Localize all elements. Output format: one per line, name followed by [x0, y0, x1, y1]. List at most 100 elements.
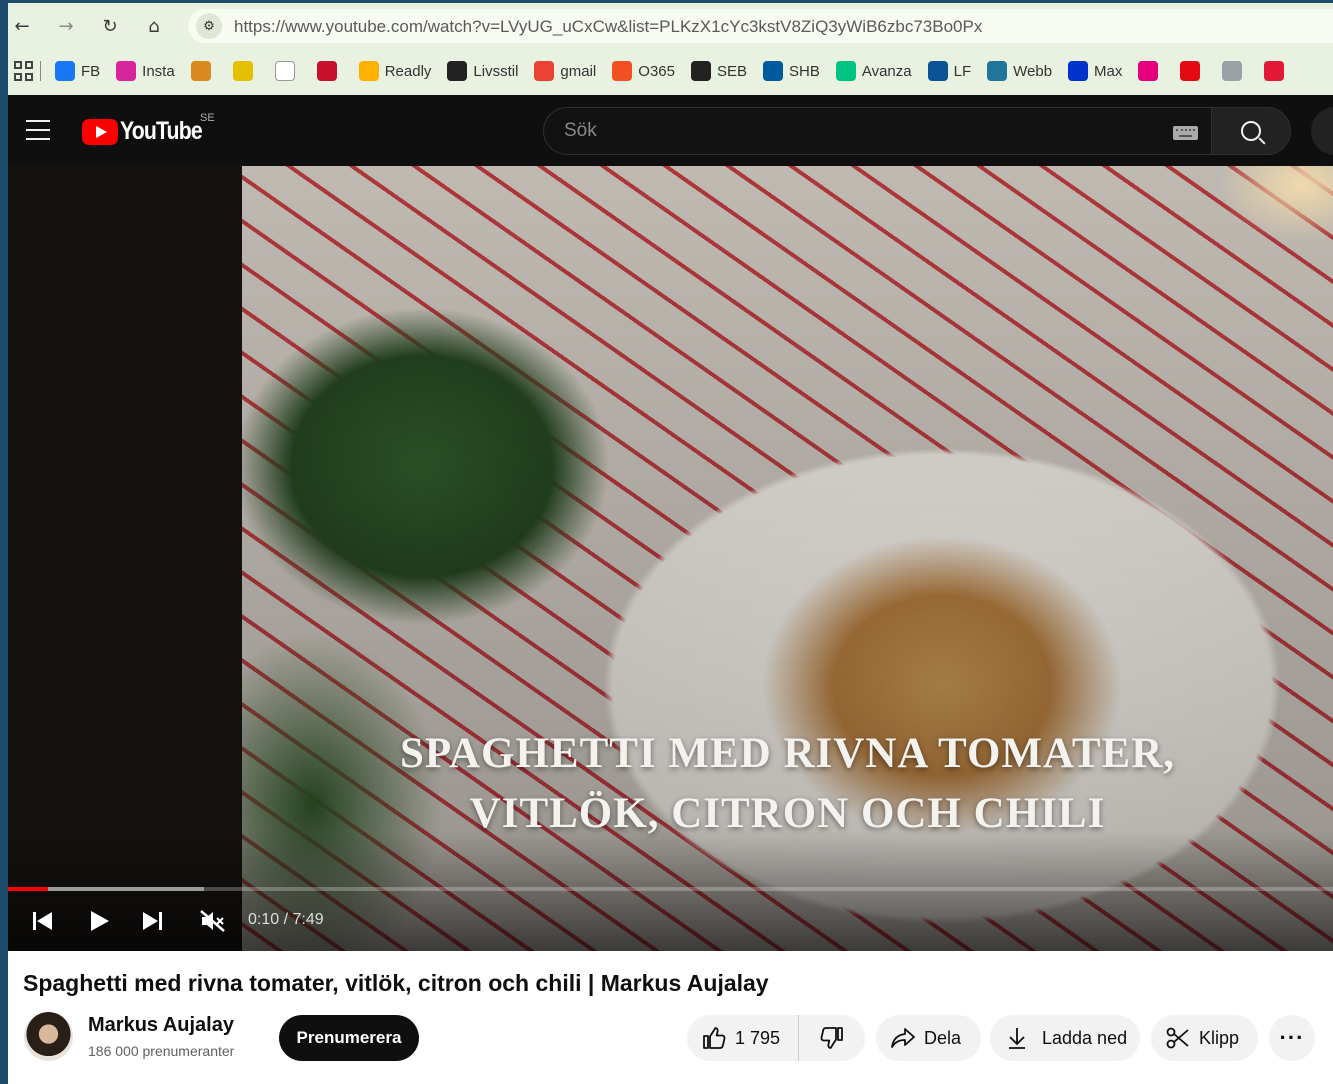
- office365-icon: [612, 61, 633, 81]
- facebook-icon: [55, 61, 75, 81]
- bookmark-item[interactable]: Insta: [116, 61, 175, 81]
- svd-icon: [274, 61, 295, 81]
- thumbs-up-icon: [701, 1025, 727, 1051]
- netflix-icon: [1180, 61, 1201, 81]
- bookmark-item[interactable]: SHB: [763, 61, 820, 81]
- seb-icon: [690, 61, 711, 81]
- clip-label: Klipp: [1199, 1027, 1240, 1048]
- bookmark-item[interactable]: SEB: [690, 61, 747, 81]
- bookmark-item[interactable]: O365: [612, 61, 675, 81]
- bookmark-item[interactable]: Webb: [987, 61, 1052, 81]
- arrow-logo-icon: [1138, 61, 1159, 81]
- bookmark-item[interactable]: [190, 61, 217, 81]
- reload-icon[interactable]: ↻: [96, 12, 124, 40]
- subscriber-count: 186 000 prenumeranter: [88, 1043, 235, 1059]
- subscribe-button[interactable]: Prenumerera: [279, 1015, 419, 1061]
- youtube-play-logo-icon: [82, 118, 118, 145]
- search-box: [543, 107, 1212, 155]
- bookmark-item[interactable]: [1180, 61, 1206, 81]
- bookmark-item[interactable]: LF: [927, 61, 972, 81]
- snl-icon: [1222, 61, 1243, 81]
- next-icon[interactable]: [138, 906, 166, 936]
- bookmark-item[interactable]: Avanza: [835, 61, 912, 81]
- progress-played: [8, 887, 48, 891]
- bookmark-label: gmail: [560, 62, 597, 80]
- youtube-header: YouTube SE: [8, 95, 1333, 166]
- bookmark-item[interactable]: [1222, 61, 1248, 81]
- wordpress-icon: [987, 61, 1008, 81]
- site-info-icon[interactable]: ⚙: [196, 13, 222, 39]
- dislike-button[interactable]: [799, 1015, 865, 1061]
- bookmark-label: Max: [1094, 62, 1123, 80]
- video-info: Spaghetti med rivna tomater, vitlök, cit…: [8, 951, 1333, 1084]
- download-button[interactable]: Ladda ned: [990, 1015, 1140, 1061]
- bookmark-item[interactable]: FB: [55, 61, 100, 81]
- overlay-line-1: SPAGHETTI MED RIVNA TOMATER,: [399, 730, 1176, 777]
- bookmark-label: Livsstil: [473, 62, 519, 80]
- search-icon: [1241, 121, 1261, 141]
- bookmark-label: Webb: [1013, 62, 1053, 80]
- gmail-icon: [534, 61, 555, 81]
- video-title-overlay: SPAGHETTI MED RIVNA TOMATER, VITLÖK, CIT…: [242, 724, 1333, 844]
- bookmark-item[interactable]: [316, 61, 343, 81]
- livsstil-icon: [447, 61, 468, 81]
- bookmark-item[interactable]: [1138, 61, 1164, 81]
- clip-button[interactable]: Klipp: [1151, 1015, 1258, 1061]
- keyboard-icon[interactable]: [1173, 126, 1198, 140]
- bookmark-label: FB: [81, 62, 101, 80]
- search-input[interactable]: [564, 118, 1124, 144]
- bookmark-item[interactable]: gmail: [534, 61, 596, 81]
- bird-logo-icon: [190, 61, 211, 81]
- aftonbladet-icon: [232, 61, 253, 81]
- home-icon[interactable]: ⌂: [140, 12, 168, 40]
- youtube-logo[interactable]: YouTube SE: [82, 112, 216, 146]
- bookmark-item[interactable]: [232, 61, 259, 81]
- avanza-icon: [835, 61, 856, 81]
- share-icon: [890, 1027, 916, 1049]
- browser-chrome: ← → ↻ ⌂ ⚙ https://www.youtube.com/watch?…: [8, 3, 1333, 95]
- video-player[interactable]: SPAGHETTI MED RIVNA TOMATER, VITLÖK, CIT…: [8, 166, 1333, 951]
- muted-volume-icon[interactable]: [198, 906, 228, 936]
- previous-icon[interactable]: [28, 906, 56, 936]
- handelsbanken-icon: [763, 61, 783, 81]
- youtube-wordmark: YouTube: [120, 117, 203, 145]
- bookmark-label: O365: [638, 62, 675, 80]
- omnibox[interactable]: ⚙ https://www.youtube.com/watch?v=LVyUG_…: [188, 9, 1333, 43]
- search-button[interactable]: [1211, 107, 1291, 155]
- max-icon: [1068, 61, 1089, 81]
- address-bar-row: ← → ↻ ⌂ ⚙ https://www.youtube.com/watch?…: [8, 3, 1333, 49]
- bookmark-item[interactable]: Max: [1068, 61, 1122, 81]
- channel-avatar[interactable]: [24, 1012, 73, 1061]
- scissors-icon: [1165, 1026, 1191, 1050]
- video-title: Spaghetti med rivna tomater, vitlök, cit…: [23, 970, 769, 996]
- bookmark-label: Avanza: [861, 62, 912, 80]
- forward-arrow-icon[interactable]: →: [52, 12, 80, 40]
- progress-bar[interactable]: [8, 887, 1333, 891]
- voice-search-button[interactable]: [1311, 107, 1333, 155]
- play-icon[interactable]: [86, 906, 114, 936]
- lf-icon: [927, 61, 948, 81]
- download-label: Ladda ned: [1042, 1027, 1128, 1048]
- bookmark-item[interactable]: [1264, 61, 1290, 81]
- bookmark-label: LF: [953, 62, 972, 80]
- bookmark-item[interactable]: Readly: [358, 61, 432, 81]
- bookmark-label: Insta: [142, 62, 175, 80]
- share-button[interactable]: Dela: [876, 1015, 981, 1061]
- instagram-icon: [116, 61, 137, 81]
- like-button[interactable]: 1 795: [687, 1015, 800, 1061]
- thumbs-down-icon: [819, 1025, 845, 1051]
- url-text[interactable]: https://www.youtube.com/watch?v=LVyUG_uC…: [234, 17, 982, 37]
- more-actions-button[interactable]: ···: [1269, 1015, 1315, 1061]
- like-count: 1 795: [735, 1027, 781, 1048]
- bookmark-label: SEB: [716, 62, 747, 80]
- back-arrow-icon[interactable]: ←: [8, 12, 36, 40]
- channel-name[interactable]: Markus Aujalay: [88, 1014, 234, 1037]
- menu-icon[interactable]: [26, 120, 50, 140]
- apps-grid-icon[interactable]: [14, 61, 34, 81]
- bookmark-item[interactable]: Livsstil: [447, 61, 518, 81]
- bookmark-label: Readly: [384, 62, 432, 80]
- readly-icon: [358, 61, 379, 81]
- bookmarks-divider: [40, 61, 41, 81]
- bookmark-item[interactable]: [274, 61, 301, 81]
- country-code: SE: [200, 112, 215, 124]
